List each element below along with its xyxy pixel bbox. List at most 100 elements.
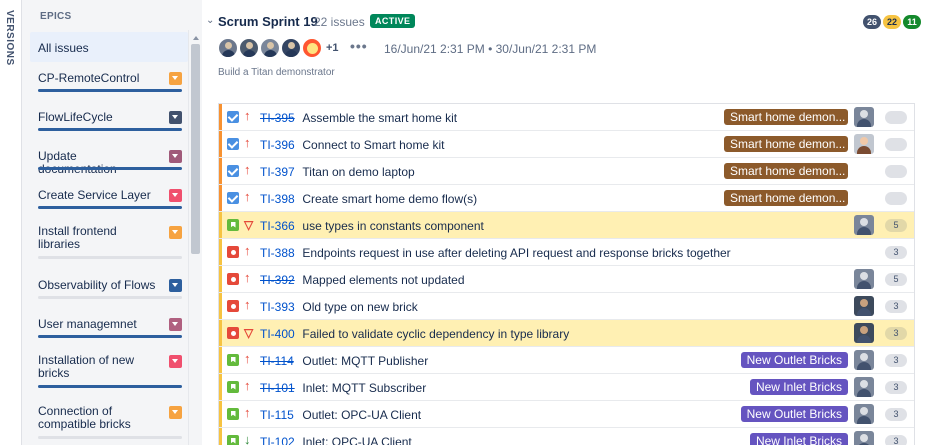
avatar[interactable] <box>218 38 238 58</box>
epic-dropdown-icon[interactable] <box>169 150 182 163</box>
issue-summary: Outlet: OPC-UA Client <box>302 408 422 422</box>
scroll-up-icon[interactable] <box>193 36 199 40</box>
priority-high-icon: ↑ <box>244 189 251 204</box>
issue-row[interactable]: ↑ TI-398 Create smart home demo flow(s) Sma… <box>219 185 914 212</box>
avatar[interactable] <box>239 38 259 58</box>
epic-color-stripe <box>219 374 222 400</box>
epic-progress-bar <box>38 296 182 299</box>
epic-dropdown-icon[interactable] <box>169 226 182 239</box>
assignee-avatar[interactable] <box>854 215 874 235</box>
issue-key[interactable]: TI-400 <box>260 327 295 341</box>
task-type-icon <box>227 165 239 177</box>
epic-progress-bar <box>38 206 182 209</box>
epics-heading: EPICS <box>40 11 72 22</box>
epic-color-stripe <box>219 158 222 184</box>
issue-key[interactable]: TI-392 <box>260 273 295 287</box>
epic-label[interactable]: Smart home demon... <box>724 136 848 152</box>
epic-progress-bar <box>38 335 182 338</box>
priority-high-icon: ↑ <box>244 351 251 366</box>
estimate-pill: 11 <box>903 15 921 29</box>
issue-row[interactable]: ↑ TI-114 Outlet: MQTT Publisher New Outlet … <box>219 347 914 374</box>
priority-high-icon: ↑ <box>244 405 251 420</box>
issue-row[interactable]: ↑ TI-115 Outlet: OPC-UA Client New Outlet B… <box>219 401 914 428</box>
issue-key[interactable]: TI-366 <box>260 219 295 233</box>
issue-row[interactable]: ▽ TI-400 Failed to validate cyclic depende… <box>219 320 914 347</box>
scroll-thumb[interactable] <box>191 44 200 254</box>
epic-progress-bar <box>38 385 182 388</box>
epic-dropdown-icon[interactable] <box>169 318 182 331</box>
issue-row[interactable]: ↑ TI-392 Mapped elements not updated 5 <box>219 266 914 293</box>
story-type-icon <box>227 408 239 420</box>
epic-label[interactable]: New Outlet Bricks <box>740 406 848 422</box>
epic-dropdown-icon[interactable] <box>169 189 182 202</box>
epic-item-label: Install frontend libraries <box>38 224 117 251</box>
epic-color-stripe <box>219 293 222 319</box>
story-points-badge <box>885 138 907 151</box>
story-points-badge: 3 <box>885 246 907 259</box>
issue-key[interactable]: TI-114 <box>260 354 294 368</box>
priority-highest-icon: ▽ <box>244 326 254 340</box>
issue-row[interactable]: ↑ TI-388 Endpoints request in use after de… <box>219 239 914 266</box>
assignee-avatar[interactable] <box>854 296 874 316</box>
epic-dropdown-icon[interactable] <box>169 72 182 85</box>
issue-summary: Failed to validate cyclic dependency in … <box>302 327 570 341</box>
epic-item-label: Connection of compatible bricks <box>38 404 131 431</box>
sprint-status-badge: ACTIVE <box>370 14 416 28</box>
epics-panel: EPICS All issues CP-RemoteControl FlowLif… <box>22 0 202 445</box>
epic-label[interactable]: Smart home demon... <box>724 163 848 179</box>
assignee-avatar[interactable] <box>854 134 874 154</box>
issue-row[interactable]: ↑ TI-101 Inlet: MQTT Subscriber New Inlet B… <box>219 374 914 401</box>
assignee-avatar[interactable] <box>854 107 874 127</box>
epics-scrollbar[interactable] <box>188 30 202 445</box>
issue-row[interactable]: ▽ TI-366 use types in constants component 5 <box>219 212 914 239</box>
issue-key[interactable]: TI-101 <box>260 381 295 395</box>
story-points-badge <box>885 192 907 205</box>
epic-dropdown-icon[interactable] <box>169 406 182 419</box>
priority-highest-icon: ▽ <box>244 218 254 232</box>
issue-key[interactable]: TI-397 <box>260 165 295 179</box>
epic-progress-bar <box>38 167 182 170</box>
avatar[interactable] <box>260 38 280 58</box>
issue-summary: Outlet: MQTT Publisher <box>302 354 429 368</box>
sprint-header: ⌄ Scrum Sprint 19 22 issues ACTIVE +1 ••… <box>202 0 925 92</box>
issue-row[interactable]: ↓ TI-102 Inlet: OPC-UA Client New Inlet Bri… <box>219 428 914 445</box>
issue-row[interactable]: ↑ TI-397 Titan on demo laptop Smart home de… <box>219 158 914 185</box>
issue-key[interactable]: TI-393 <box>260 300 295 314</box>
epic-label[interactable]: New Inlet Bricks <box>749 433 848 445</box>
issue-row[interactable]: ↑ TI-395 Assemble the smart home kit Smart … <box>219 104 914 131</box>
issue-key[interactable]: TI-115 <box>260 408 294 422</box>
story-type-icon <box>227 435 239 445</box>
epic-label[interactable]: New Outlet Bricks <box>740 352 848 368</box>
assignee-avatar[interactable] <box>854 350 874 370</box>
collapse-chevron-icon[interactable]: ⌄ <box>206 15 214 26</box>
epic-all-issues[interactable]: All issues <box>30 32 188 62</box>
issue-key[interactable]: TI-398 <box>260 192 295 206</box>
issue-key[interactable]: TI-395 <box>260 111 295 125</box>
more-assignees[interactable]: +1 <box>326 42 339 54</box>
epic-item-label: CP-RemoteControl <box>38 71 140 85</box>
epic-label[interactable]: Smart home demon... <box>724 109 848 125</box>
avatar[interactable] <box>302 38 322 58</box>
epic-label[interactable]: Smart home demon... <box>724 190 848 206</box>
story-points-badge <box>885 165 907 178</box>
epic-label[interactable]: New Inlet Bricks <box>749 379 848 395</box>
issue-key[interactable]: TI-102 <box>260 435 295 445</box>
epic-color-stripe <box>219 131 222 157</box>
assignee-avatar[interactable] <box>854 377 874 397</box>
versions-tab[interactable]: VERSIONS <box>0 0 22 445</box>
assignee-avatar[interactable] <box>854 404 874 424</box>
epic-color-stripe <box>219 347 222 373</box>
issue-row[interactable]: ↑ TI-393 Old type on new brick 3 <box>219 293 914 320</box>
issue-key[interactable]: TI-388 <box>260 246 295 260</box>
assignee-avatar[interactable] <box>854 323 874 343</box>
epic-dropdown-icon[interactable] <box>169 355 182 368</box>
assignee-avatar[interactable] <box>854 269 874 289</box>
assignee-avatar[interactable] <box>854 431 874 445</box>
avatar[interactable] <box>281 38 301 58</box>
epic-dropdown-icon[interactable] <box>169 111 182 124</box>
sprint-title[interactable]: Scrum Sprint 19 <box>218 14 318 29</box>
issue-key[interactable]: TI-396 <box>260 138 295 152</box>
epic-dropdown-icon[interactable] <box>169 279 182 292</box>
more-actions-icon[interactable]: ••• <box>350 38 368 54</box>
issue-row[interactable]: ↑ TI-396 Connect to Smart home kit Smart ho… <box>219 131 914 158</box>
